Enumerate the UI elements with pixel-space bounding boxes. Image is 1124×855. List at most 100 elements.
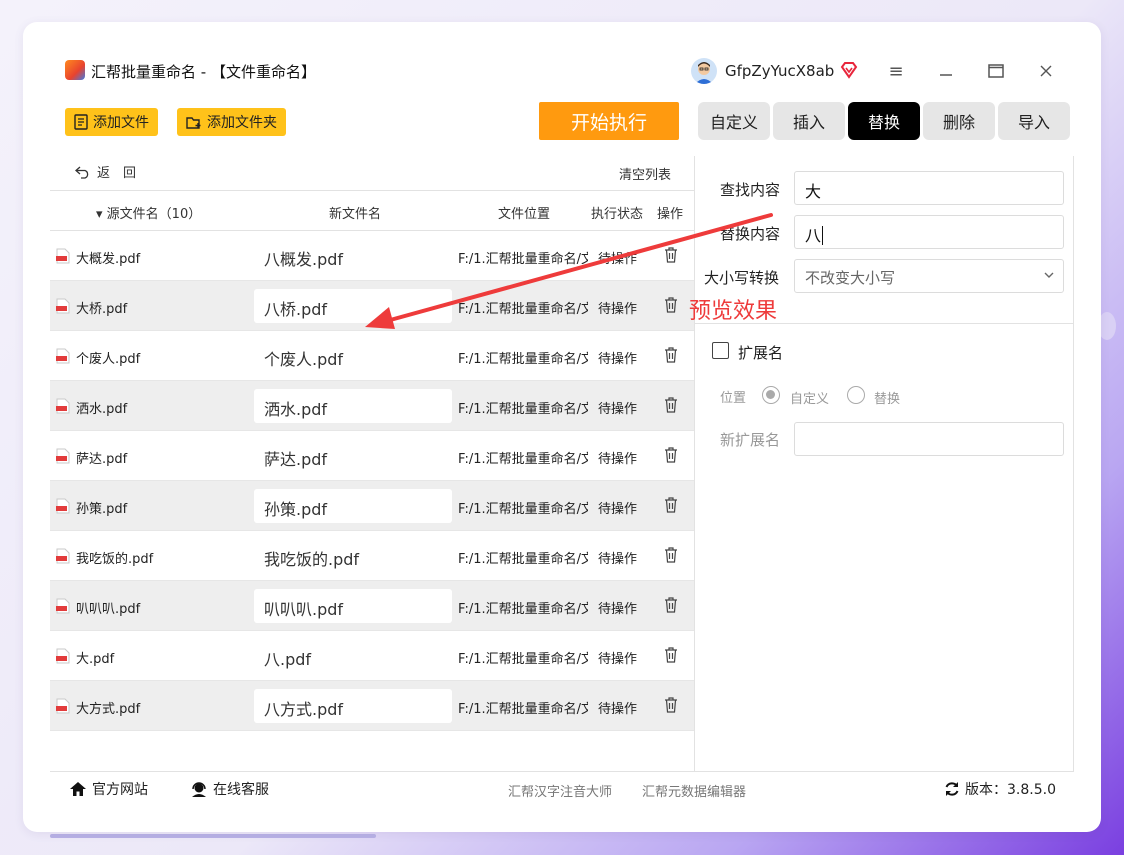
replace-input-value: 八 (805, 226, 822, 245)
chevron-down-icon (1044, 272, 1054, 278)
online-support-link[interactable]: 在线客服 (190, 779, 269, 799)
tab-replace[interactable]: 替换 (848, 102, 920, 140)
maximize-icon[interactable] (983, 58, 1009, 84)
extension-checkbox[interactable] (712, 342, 729, 359)
back-button[interactable]: 返 回 (75, 162, 136, 181)
table-row[interactable]: 洒水.pdf 洒水.pdf F:/1.汇帮批量重命名/文件 待操作 (50, 381, 694, 431)
version-info[interactable]: 版本：3.8.5.0 (944, 779, 1056, 799)
extension-label: 扩展名 (738, 344, 784, 362)
source-filename: 孙策.pdf (76, 502, 128, 517)
file-location: F:/1.汇帮批量重命名/文件 (458, 552, 588, 567)
new-filename: 洒水.pdf (264, 400, 328, 419)
radio-replace[interactable] (847, 386, 865, 404)
source-filename: 我吃饭的.pdf (76, 552, 154, 567)
position-label: 位置 (720, 391, 747, 406)
pdf-file-icon (56, 598, 70, 614)
status-text: 待操作 (598, 452, 638, 467)
new-filename: 八方式.pdf (264, 700, 344, 719)
trash-icon[interactable] (664, 347, 678, 363)
source-filename: 个废人.pdf (76, 352, 141, 367)
column-source[interactable]: ▾ 源文件名（10） (96, 203, 201, 222)
tool-metadata-link[interactable]: 汇帮元数据编辑器 (642, 781, 746, 800)
source-filename: 洒水.pdf (76, 402, 128, 417)
headset-icon (192, 781, 206, 797)
minimize-icon[interactable] (933, 58, 959, 84)
start-button[interactable]: 开始执行 (539, 102, 679, 140)
user-avatar-icon[interactable] (691, 58, 717, 84)
status-text: 待操作 (598, 702, 638, 717)
home-icon (70, 782, 86, 796)
tab-insert[interactable]: 插入 (773, 102, 845, 140)
radio-custom[interactable] (762, 386, 780, 404)
case-select[interactable]: 不改变大小写 (794, 259, 1064, 293)
trash-icon[interactable] (664, 597, 678, 613)
source-filename: 大.pdf (76, 652, 115, 667)
radio-replace-label: 替换 (874, 392, 901, 407)
source-filename: 大桥.pdf (76, 302, 128, 317)
add-file-button[interactable]: 添加文件 (65, 108, 158, 136)
menu-icon[interactable]: ≡ (883, 58, 909, 84)
footer-divider (50, 771, 1074, 772)
trash-icon[interactable] (664, 397, 678, 413)
official-website-link[interactable]: 官方网站 (69, 779, 148, 799)
trash-icon[interactable] (664, 697, 678, 713)
tool-pinyin-link[interactable]: 汇帮汉字注音大师 (508, 781, 612, 800)
new-filename: 个废人.pdf (264, 350, 344, 369)
find-input[interactable]: 大 (794, 171, 1064, 205)
source-filename: 叭叭叭.pdf (76, 602, 141, 617)
file-location: F:/1.汇帮批量重命名/文件 (458, 602, 588, 617)
tab-delete[interactable]: 删除 (923, 102, 995, 140)
new-extension-label: 新扩展名 (720, 431, 781, 449)
status-text: 待操作 (598, 652, 638, 667)
tab-import[interactable]: 导入 (998, 102, 1070, 140)
file-location: F:/1.汇帮批量重命名/文件 (458, 652, 588, 667)
pdf-file-icon (56, 648, 70, 664)
document-icon (74, 114, 88, 130)
table-row[interactable]: 孙策.pdf 孙策.pdf F:/1.汇帮批量重命名/文件 待操作 (50, 481, 694, 531)
add-folder-button[interactable]: 添加文件夹 (177, 108, 286, 136)
tab-custom[interactable]: 自定义 (698, 102, 770, 140)
username[interactable]: GfpZyYucX8ab (725, 62, 834, 80)
vip-diamond-icon[interactable] (839, 60, 859, 80)
pdf-file-icon (56, 248, 70, 264)
trash-icon[interactable] (664, 447, 678, 463)
file-location: F:/1.汇帮批量重命名/文件 (458, 352, 588, 367)
source-filename: 大概发.pdf (76, 252, 141, 267)
file-location: F:/1.汇帮批量重命名/文件 (458, 402, 588, 417)
app-logo-icon (65, 60, 85, 80)
source-filename: 萨达.pdf (76, 452, 128, 467)
new-extension-input[interactable] (794, 422, 1064, 456)
status-text: 待操作 (598, 602, 638, 617)
new-filename: 八桥.pdf (264, 300, 328, 319)
table-row[interactable]: 叭叭叭.pdf 叭叭叭.pdf F:/1.汇帮批量重命名/文件 待操作 (50, 581, 694, 631)
status-text: 待操作 (598, 502, 638, 517)
table-row[interactable]: 大.pdf 八.pdf F:/1.汇帮批量重命名/文件 待操作 (50, 631, 694, 681)
new-filename: 萨达.pdf (264, 450, 328, 469)
table-row[interactable]: 大方式.pdf 八方式.pdf F:/1.汇帮批量重命名/文件 待操作 (50, 681, 694, 731)
pdf-file-icon (56, 448, 70, 464)
app-window: 汇帮批量重命名 - 【文件重命名】 GfpZyYucX8ab ≡ 添加文件 添加… (23, 22, 1101, 832)
new-filename: 八.pdf (264, 650, 312, 669)
status-text: 待操作 (598, 402, 638, 417)
table-row[interactable]: 萨达.pdf 萨达.pdf F:/1.汇帮批量重命名/文件 待操作 (50, 431, 694, 481)
radio-custom-label: 自定义 (790, 392, 830, 407)
column-source-label: 源文件名（10） (106, 207, 202, 222)
status-text: 待操作 (598, 352, 638, 367)
close-icon[interactable] (1033, 58, 1059, 84)
pdf-file-icon (56, 298, 70, 314)
pdf-file-icon (56, 398, 70, 414)
find-label: 查找内容 (720, 181, 781, 199)
trash-icon[interactable] (664, 647, 678, 663)
table-row[interactable]: 个废人.pdf 个废人.pdf F:/1.汇帮批量重命名/文件 待操作 (50, 331, 694, 381)
trash-icon[interactable] (664, 547, 678, 563)
file-location: F:/1.汇帮批量重命名/文件 (458, 452, 588, 467)
table-row[interactable]: 我吃饭的.pdf 我吃饭的.pdf F:/1.汇帮批量重命名/文件 待操作 (50, 531, 694, 581)
refresh-icon (945, 782, 959, 796)
replace-input[interactable]: 八 (794, 215, 1064, 249)
folder-add-icon (186, 116, 201, 129)
clear-list-button[interactable]: 清空列表 (619, 164, 671, 183)
pdf-file-icon (56, 698, 70, 714)
trash-icon[interactable] (664, 497, 678, 513)
pdf-file-icon (56, 348, 70, 364)
divider (50, 190, 694, 191)
